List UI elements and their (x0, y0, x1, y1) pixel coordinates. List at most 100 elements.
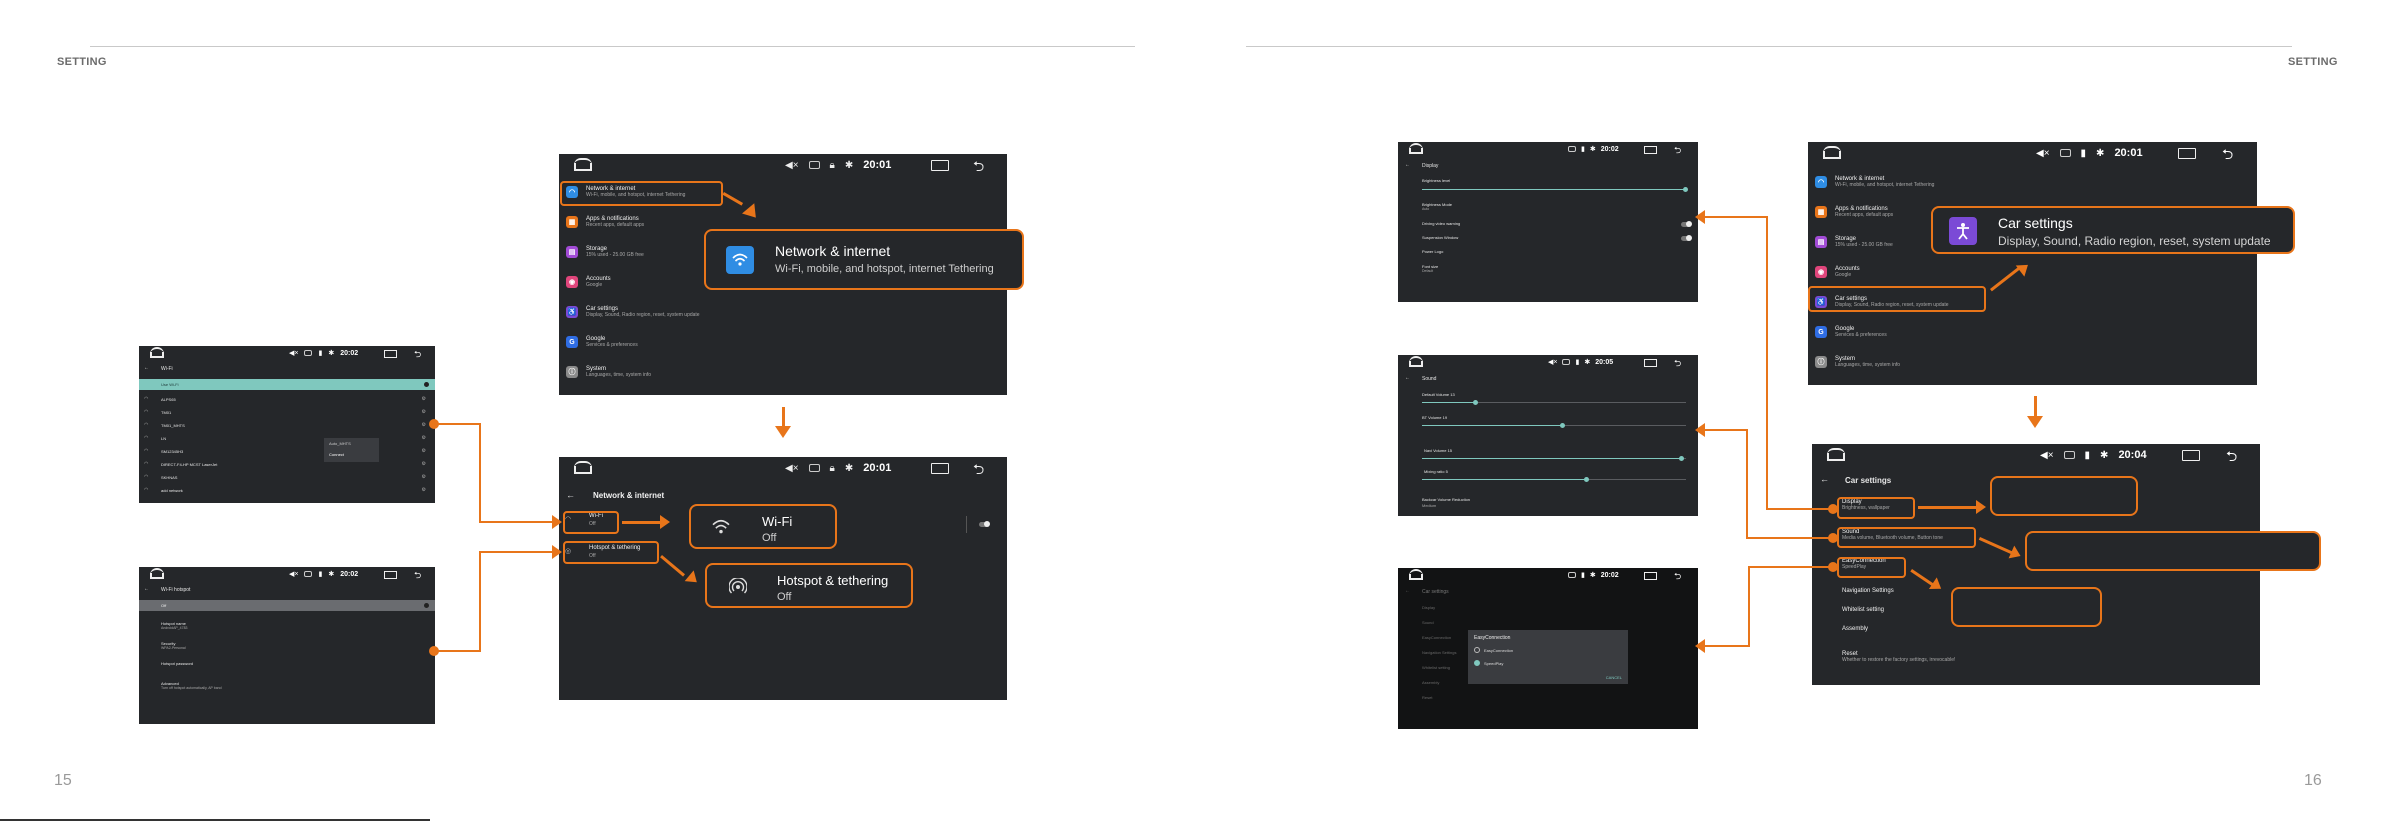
home-icon[interactable] (1409, 569, 1423, 580)
driving-video-toggle[interactable] (1681, 221, 1692, 227)
use-wifi-row[interactable]: Use Wi-Fi (139, 379, 435, 390)
wifi-network-item[interactable]: ◠ LN ⚙ (144, 435, 430, 445)
hotspot-toggle[interactable] (424, 603, 429, 608)
back-icon[interactable]: ⮌ (1674, 143, 1681, 159)
slider-knob[interactable] (1473, 400, 1478, 405)
home-icon[interactable] (150, 568, 164, 579)
home-icon[interactable] (1827, 448, 1845, 461)
settings-menu-item[interactable]: ♿ Car settings Display, Sound, Radio regio… (566, 306, 1007, 318)
home-icon[interactable] (1409, 143, 1423, 154)
settings-gear-icon[interactable]: ⚙ (422, 448, 426, 454)
settings-gear-icon[interactable]: ⚙ (422, 422, 426, 428)
hotspot-setting-row[interactable]: Security WPA2-Personal (161, 641, 186, 650)
hotspot-off-row[interactable]: Off (139, 600, 435, 611)
display-setting-row[interactable]: Driving video warning (1422, 221, 1460, 226)
wifi-toggle[interactable] (979, 521, 990, 527)
home-icon[interactable] (1409, 356, 1423, 367)
back-icon[interactable]: ⮌ (1674, 356, 1681, 372)
popup-connect[interactable]: Connect (329, 452, 344, 457)
dialog-option-speedplay[interactable]: SpeedPlay (1474, 660, 1503, 666)
car-settings-item[interactable]: Navigation Settings (1842, 588, 1894, 594)
settings-menu-item[interactable]: ◠ Network & internet Wi-Fi, mobile, and ho… (1815, 176, 2257, 188)
home-icon[interactable] (574, 158, 592, 171)
wifi-network-item[interactable]: ◠ DIRECT-F4-HP MCST LaserJet ⚙ (144, 461, 430, 471)
hotspot-setting-row[interactable]: Hotspot password (161, 661, 193, 666)
hotspot-setting-row[interactable]: Hotspot name AndroidAP_4783 (161, 621, 187, 630)
recent-apps-icon[interactable] (2182, 450, 2200, 461)
recent-apps-icon[interactable] (1644, 359, 1657, 367)
suspension-window-toggle[interactable] (1681, 235, 1692, 241)
display-setting-row[interactable]: Suspension Window (1422, 235, 1458, 240)
back-icon[interactable]: ⮌ (2226, 446, 2237, 470)
slider-knob[interactable] (1679, 456, 1684, 461)
nav-back-icon[interactable]: ← (1405, 162, 1410, 168)
nav-back-icon[interactable]: ← (1405, 375, 1410, 381)
slider-knob[interactable] (1584, 477, 1589, 482)
back-icon[interactable]: ⮌ (2222, 144, 2233, 168)
recent-apps-icon[interactable] (931, 160, 949, 171)
mute-icon[interactable]: ◀× (2036, 148, 2050, 159)
back-icon[interactable]: ⮌ (414, 568, 421, 584)
settings-gear-icon[interactable]: ⚙ (422, 487, 426, 493)
mute-icon[interactable]: ◀× (1548, 358, 1557, 366)
hotspot-setting-row[interactable]: Advanced Turn off hotspot automatically, … (161, 681, 222, 690)
volume-slider[interactable] (1422, 456, 1686, 461)
recent-apps-icon[interactable] (384, 571, 397, 579)
nav-back-icon[interactable]: ← (144, 586, 149, 592)
wifi-network-item[interactable]: ◠ TM01_MHTS ⚙ (144, 422, 430, 432)
settings-gear-icon[interactable]: ⚙ (422, 409, 426, 415)
recent-apps-icon[interactable] (2178, 148, 2196, 159)
dialog-cancel-button[interactable]: CANCEL (1606, 675, 1622, 680)
back-icon[interactable]: ⮌ (973, 459, 984, 483)
home-icon[interactable] (150, 347, 164, 358)
car-settings-item[interactable]: Assembly (1842, 626, 1868, 632)
back-icon[interactable]: ⮌ (414, 347, 421, 363)
back-icon[interactable]: ⮌ (1674, 569, 1681, 585)
car-settings-item[interactable]: Whitelist setting (1842, 607, 1884, 613)
settings-menu-item[interactable]: ◉ Accounts Google (1815, 266, 2257, 278)
nav-back-icon[interactable]: ← (144, 365, 149, 371)
back-icon[interactable]: ⮌ (973, 156, 984, 180)
settings-menu-item[interactable]: G Google Services & preferences (566, 336, 1007, 348)
wifi-network-item[interactable]: ◠ ALPS65 ⚙ (144, 396, 430, 406)
recent-apps-icon[interactable] (1644, 572, 1657, 580)
volume-slider[interactable] (1422, 423, 1686, 428)
backcar-volume-label[interactable]: Backcar Volume Reduction (1422, 497, 1470, 502)
mute-icon[interactable]: ◀× (785, 160, 799, 171)
mute-icon[interactable]: ◀× (2040, 450, 2054, 461)
wifi-network-item[interactable]: ◠ add network ⚙ (144, 487, 430, 497)
settings-menu-item[interactable]: ⓘ System Languages, time, system info (1815, 356, 2257, 368)
wifi-network-item[interactable]: ◠ SM12345H3 ⚙ (144, 448, 430, 458)
wifi-network-item[interactable]: ◠ TM01 ⚙ (144, 409, 430, 419)
recent-apps-icon[interactable] (1644, 146, 1657, 154)
nav-back-icon[interactable]: ← (566, 490, 575, 500)
settings-menu-item[interactable]: G Google Services & preferences (1815, 326, 2257, 338)
display-setting-row[interactable]: Power Logo (1422, 249, 1443, 254)
car-settings-item[interactable]: Reset Whether to restore the factory sett… (1842, 651, 1955, 663)
recent-apps-icon[interactable] (931, 463, 949, 474)
mute-icon[interactable]: ◀× (289, 349, 298, 357)
settings-gear-icon[interactable]: ⚙ (422, 435, 426, 441)
display-setting-row[interactable]: Font size Default (1422, 264, 1438, 273)
nav-back-icon[interactable]: ← (1820, 474, 1829, 484)
recent-apps-icon[interactable] (384, 350, 397, 358)
mute-icon[interactable]: ◀× (785, 463, 799, 474)
display-setting-row[interactable]: Brightness level (1422, 178, 1450, 183)
home-icon[interactable] (574, 461, 592, 474)
brightness-slider[interactable] (1422, 187, 1688, 192)
settings-menu-item[interactable]: ⓘ System Languages, time, system info (566, 366, 1007, 378)
display-setting-row[interactable]: Brightness Mode Auto (1422, 202, 1452, 211)
use-wifi-toggle[interactable] (424, 382, 429, 387)
slider-knob[interactable] (1560, 423, 1565, 428)
mute-icon[interactable]: ◀× (289, 570, 298, 578)
wifi-network-item[interactable]: ◠ SKHNAS ⚙ (144, 474, 430, 484)
volume-slider[interactable] (1422, 477, 1686, 482)
settings-gear-icon[interactable]: ⚙ (422, 474, 426, 480)
home-icon[interactable] (1823, 146, 1841, 159)
volume-slider[interactable] (1422, 400, 1686, 405)
dialog-option-easyconnection[interactable]: EasyConnection (1474, 647, 1513, 653)
settings-gear-icon[interactable]: ⚙ (422, 461, 426, 467)
settings-menu-item[interactable]: ▦ Apps & notifications Recent apps, defaul… (566, 216, 1007, 228)
nav-back-icon[interactable]: ← (1405, 588, 1410, 594)
settings-gear-icon[interactable]: ⚙ (422, 396, 426, 402)
